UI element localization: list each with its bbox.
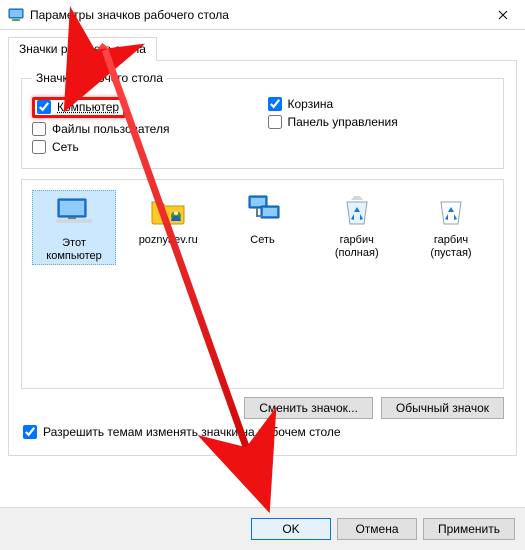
icon-recycle-empty[interactable]: гарбич (пустая) [409, 190, 493, 265]
checkbox-computer-label: Компьютер [57, 100, 119, 114]
icon-recycle-full[interactable]: гарбич (полная) [315, 190, 399, 265]
checkbox-control-panel-label: Панель управления [288, 115, 398, 129]
icon-network-label: Сеть [221, 234, 305, 247]
apply-button[interactable]: Применить [423, 518, 515, 540]
checkbox-userfiles[interactable] [32, 122, 46, 136]
group-legend: Значки рабочего стола [32, 71, 167, 85]
cancel-button[interactable]: Отмена [337, 518, 417, 540]
default-icon-button[interactable]: Обычный значок [381, 397, 504, 419]
checkbox-recycle[interactable] [268, 97, 282, 111]
ok-button[interactable]: OK [251, 518, 331, 540]
icon-preview-panel: Этот компьютер poznyaev.ru [21, 179, 504, 389]
app-icon [8, 7, 24, 23]
titlebar: Параметры значков рабочего стола [0, 0, 525, 30]
checkbox-recycle-label: Корзина [288, 97, 334, 111]
tab-panel: Значки рабочего стола Компьютер Файлы по… [8, 60, 517, 456]
icon-this-pc-label: Этот компьютер [35, 237, 113, 262]
recycle-full-icon [337, 190, 377, 230]
themes-check-row: Разрешить темам изменять значки на рабоч… [23, 425, 504, 439]
change-icon-button[interactable]: Сменить значок... [244, 397, 373, 419]
icon-recycle-empty-label: гарбич (пустая) [409, 234, 493, 259]
checkbox-network[interactable] [32, 140, 46, 154]
highlight-computer: Компьютер [32, 97, 126, 118]
icon-user-folder[interactable]: poznyaev.ru [126, 190, 210, 265]
close-button[interactable] [480, 0, 525, 30]
icon-network[interactable]: Сеть [221, 190, 305, 265]
desktop-icons-group: Значки рабочего стола Компьютер Файлы по… [21, 71, 504, 169]
tab-desktop-icons[interactable]: Значки рабочего стола [8, 37, 157, 61]
checkbox-allow-themes[interactable] [23, 425, 37, 439]
computer-icon [54, 193, 94, 233]
checkbox-control-panel[interactable] [268, 115, 282, 129]
folder-user-icon [148, 190, 188, 230]
dialog-button-bar: OK Отмена Применить [0, 507, 525, 550]
window-title: Параметры значков рабочего стола [30, 8, 480, 22]
checkbox-network-label: Сеть [52, 140, 79, 154]
checkbox-allow-themes-label: Разрешить темам изменять значки на рабоч… [43, 425, 341, 439]
icon-recycle-full-label: гарбич (полная) [315, 234, 399, 259]
recycle-empty-icon [431, 190, 471, 230]
icon-this-pc[interactable]: Этот компьютер [32, 190, 116, 265]
icon-user-folder-label: poznyaev.ru [126, 234, 210, 247]
icon-buttons-row: Сменить значок... Обычный значок [21, 397, 504, 419]
tabs-bar: Значки рабочего стола [8, 37, 517, 61]
network-icon [243, 190, 283, 230]
checkbox-computer[interactable] [37, 100, 51, 114]
checkbox-userfiles-label: Файлы пользователя [52, 122, 169, 136]
